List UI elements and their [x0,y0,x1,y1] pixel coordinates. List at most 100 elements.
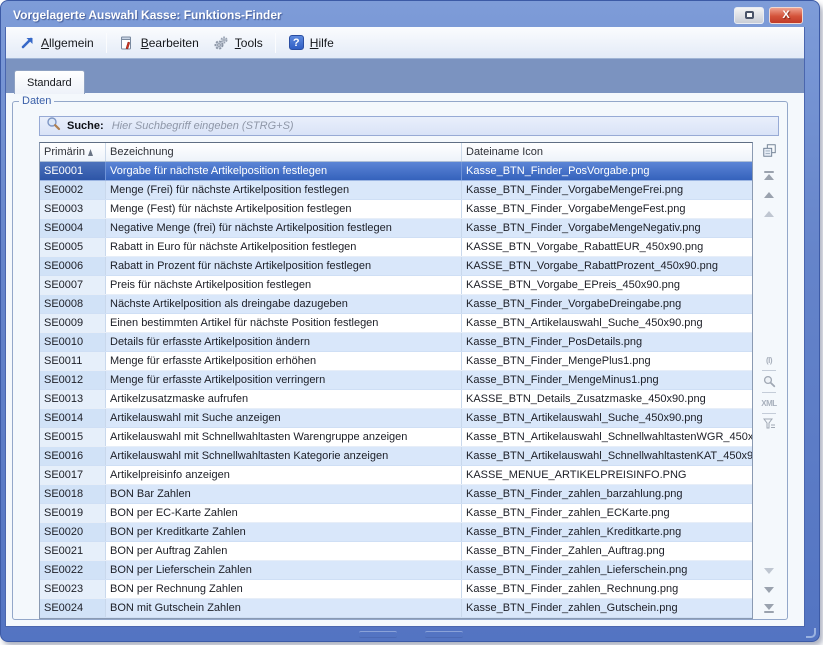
cell-primary-index: SE0022 [40,561,106,579]
cell-primary-index: SE0016 [40,447,106,465]
navigator-divider [762,370,776,371]
cell-primary-index: SE0015 [40,428,106,446]
arrow-down-icon [764,568,774,574]
cell-bezeichnung: BON mit Gutschein Zahlen [106,599,462,617]
go-last-button[interactable] [760,601,778,616]
cell-primary-index: SE0024 [40,599,106,617]
resize-corner[interactable] [806,628,816,638]
cell-dateiname: Kasse_BTN_Finder_MengeMinus1.png [462,371,752,389]
go-first-button[interactable] [760,168,778,183]
cell-dateiname: Kasse_BTN_Finder_PosDetails.png [462,333,752,351]
table-row[interactable]: SE0015Artikelauswahl mit Schnellwahltast… [40,428,752,447]
grid-body: SE0001Vorgabe für nächste Artikelpositio… [40,162,752,618]
menu-label: Allgemein [41,36,94,50]
menu-item-hilfe[interactable]: ? Hilfe [281,31,341,54]
cell-dateiname: KASSE_MENUE_ARTIKELPREISINFO.PNG [462,466,752,484]
resize-grip[interactable] [359,631,463,638]
table-row[interactable]: SE0009Einen bestimmten Artikel für nächs… [40,314,752,333]
minimize-button[interactable] [734,7,764,24]
cell-dateiname: Kasse_BTN_Finder_VorgabeMengeFest.png [462,200,752,218]
table-row[interactable]: SE0003Menge (Fest) für nächste Artikelpo… [40,200,752,219]
navigator-divider [762,392,776,393]
table-row[interactable]: SE0008Nächste Artikelposition als dreing… [40,295,752,314]
menu-item-allgemein[interactable]: Allgemein [12,31,101,54]
search-input[interactable] [110,119,772,133]
xml-export-button[interactable]: XML [761,397,776,409]
tab-standard[interactable]: Standard [14,70,85,94]
table-row[interactable]: SE0004Negative Menge (frei) für nächste … [40,219,752,238]
table-row[interactable]: SE0023BON per Rechnung ZahlenKasse_BTN_F… [40,580,752,599]
table-row[interactable]: SE0011Menge für erfasste Artikelposition… [40,352,752,371]
close-button[interactable]: X [769,7,803,24]
table-row[interactable]: SE0019BON per EC-Karte ZahlenKasse_BTN_F… [40,504,752,523]
table-row[interactable]: SE0020BON per Kreditkarte ZahlenKasse_BT… [40,523,752,542]
arrow-up-right-icon [19,34,36,51]
row-up-button[interactable] [760,206,778,221]
cell-dateiname: Kasse_BTN_Artikelauswahl_Schnellwahltast… [462,447,752,465]
menu-item-tools[interactable]: Tools [206,31,270,54]
title-bar[interactable]: Vorgelagerte Auswahl Kasse: Funktions-Fi… [5,1,805,27]
cell-bezeichnung: Artikelauswahl mit Suche anzeigen [106,409,462,427]
cell-dateiname: Kasse_BTN_Finder_zahlen_barzahlung.png [462,485,752,503]
cell-primary-index: SE0023 [40,580,106,598]
table-row[interactable]: SE0002Menge (Frei) für nächste Artikelpo… [40,181,752,200]
table-row[interactable]: SE0005Rabatt in Euro für nächste Artikel… [40,238,752,257]
first-row-icon [764,171,774,173]
table-row[interactable]: SE0017Artikelpreisinfo anzeigenKASSE_MEN… [40,466,752,485]
grid-search-button[interactable] [763,375,776,388]
page-up-button[interactable] [760,187,778,202]
cell-bezeichnung: Rabatt in Prozent für nächste Artikelpos… [106,257,462,275]
navigator-divider [762,413,776,414]
sort-icon [87,148,94,157]
table-row[interactable]: SE0016Artikelauswahl mit Schnellwahltast… [40,447,752,466]
table-row[interactable]: SE0006Rabatt in Prozent für nächste Arti… [40,257,752,276]
cell-primary-index: SE0003 [40,200,106,218]
page-down-button[interactable] [760,582,778,597]
cell-primary-index: SE0011 [40,352,106,370]
functions-table: Primärin Bezeichnung [39,142,753,619]
content-panel: Daten Suche: [6,93,804,627]
cell-bezeichnung: Vorgabe für nächste Artikelposition fest… [106,162,462,180]
table-row[interactable]: SE0012Menge für erfasste Artikelposition… [40,371,752,390]
cell-dateiname: KASSE_BTN_Vorgabe_RabattProzent_450x90.p… [462,257,752,275]
menu-label: Hilfe [310,36,334,50]
toolbar-separator [275,33,276,53]
minimize-icon [745,11,754,19]
cell-dateiname: Kasse_BTN_Finder_PosVorgabe.png [462,162,752,180]
filter-button[interactable] [763,418,776,430]
menu-item-bearbeiten[interactable]: Bearbeiten [112,31,206,54]
table-row[interactable]: SE0001Vorgabe für nächste Artikelpositio… [40,162,752,181]
table-row[interactable]: SE0018BON Bar ZahlenKasse_BTN_Finder_zah… [40,485,752,504]
row-down-button[interactable] [760,563,778,578]
cell-bezeichnung: BON per Lieferschein Zahlen [106,561,462,579]
cell-primary-index: SE0001 [40,162,106,180]
cell-bezeichnung: Menge (Frei) für nächste Artikelposition… [106,181,462,199]
row-count-button[interactable]: (l) [766,354,772,366]
table-row[interactable]: SE0021BON per Auftrag ZahlenKasse_BTN_Fi… [40,542,752,561]
cell-primary-index: SE0020 [40,523,106,541]
search-icon [763,375,776,388]
column-header-bezeichnung[interactable]: Bezeichnung [106,143,462,161]
column-header-primary-index[interactable]: Primärin [40,143,106,161]
cell-bezeichnung: Artikelauswahl mit Schnellwahltasten War… [106,428,462,446]
dialog-window: Vorgelagerte Auswahl Kasse: Funktions-Fi… [0,0,820,642]
column-header-dateiname[interactable]: Dateiname Icon [462,143,752,161]
table-row[interactable]: SE0022BON per Lieferschein ZahlenKasse_B… [40,561,752,580]
table-row[interactable]: SE0014Artikelauswahl mit Suche anzeigenK… [40,409,752,428]
cell-bezeichnung: BON per Auftrag Zahlen [106,542,462,560]
cell-primary-index: SE0008 [40,295,106,313]
cell-bezeichnung: Menge für erfasste Artikelposition verri… [106,371,462,389]
cell-dateiname: Kasse_BTN_Finder_zahlen_Lieferschein.png [462,561,752,579]
column-chooser-button[interactable] [760,143,778,158]
cell-bezeichnung: Menge für erfasste Artikelposition erhöh… [106,352,462,370]
table-row[interactable]: SE0010Details für erfasste Artikelpositi… [40,333,752,352]
arrow-up-icon [764,192,774,198]
table-row[interactable]: SE0024BON mit Gutschein ZahlenKasse_BTN_… [40,599,752,618]
table-row[interactable]: SE0013Artikelzusatzmaske aufrufenKASSE_B… [40,390,752,409]
toolbar-separator [106,33,107,53]
table-row[interactable]: SE0007Preis für nächste Artikelposition … [40,276,752,295]
cell-dateiname: Kasse_BTN_Finder_zahlen_ECKarte.png [462,504,752,522]
close-icon: X [782,9,789,21]
cell-bezeichnung: BON Bar Zahlen [106,485,462,503]
menu-label: Bearbeiten [141,36,199,50]
